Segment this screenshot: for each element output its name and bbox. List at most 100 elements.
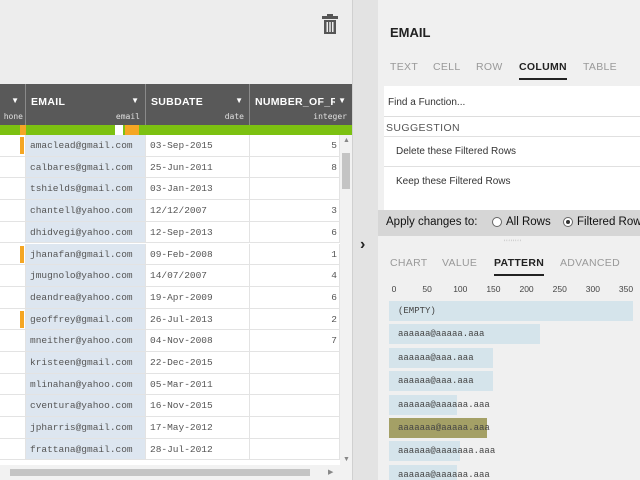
number-cell[interactable]: 1 bbox=[250, 243, 340, 265]
tab-advanced[interactable]: ADVANCED bbox=[560, 257, 620, 269]
email-cell[interactable]: mneither@yahoo.com bbox=[26, 330, 146, 351]
date-cell[interactable]: 22-Dec-2015 bbox=[146, 352, 250, 373]
horizontal-scrollbar[interactable]: ▶ bbox=[0, 465, 352, 480]
scroll-down-icon[interactable]: ▼ bbox=[343, 456, 350, 463]
panel-divider[interactable]: › bbox=[352, 0, 378, 480]
chevron-down-icon[interactable]: ▼ bbox=[11, 96, 19, 105]
resize-grip-icon[interactable]: ‘‘‘‘‘‘‘‘ bbox=[504, 240, 522, 246]
find-function-input[interactable]: Find a Function... bbox=[388, 97, 465, 108]
phone-cell[interactable] bbox=[0, 221, 26, 243]
number-cell[interactable]: 6 bbox=[250, 286, 340, 308]
email-cell[interactable]: geoffrey@gmail.com bbox=[26, 308, 146, 330]
date-cell[interactable]: 19-Apr-2009 bbox=[146, 286, 250, 308]
tab-row[interactable]: ROW bbox=[476, 61, 503, 73]
number-cell[interactable]: 7 bbox=[250, 330, 340, 351]
chevron-down-icon[interactable]: ▼ bbox=[338, 96, 346, 105]
date-cell[interactable]: 05-Mar-2011 bbox=[146, 373, 250, 395]
number-cell[interactable]: 8 bbox=[250, 156, 340, 178]
email-cell[interactable]: deandrea@yahoo.com bbox=[26, 286, 146, 308]
number-cell[interactable] bbox=[250, 178, 340, 200]
email-cell[interactable]: mlinahan@yahoo.com bbox=[26, 373, 146, 395]
table-row[interactable]: chantell@yahoo.com 12/12/2007 3 bbox=[0, 200, 340, 222]
radio-label-filtered-rows[interactable]: Filtered Row bbox=[577, 216, 640, 228]
email-cell[interactable]: jhanafan@gmail.com bbox=[26, 243, 146, 265]
email-cell[interactable]: frattana@gmail.com bbox=[26, 438, 146, 460]
table-row[interactable]: frattana@gmail.com 28-Jul-2012 bbox=[0, 438, 340, 461]
tab-pattern[interactable]: PATTERN bbox=[494, 257, 545, 276]
number-cell[interactable] bbox=[250, 352, 340, 373]
email-cell[interactable]: jpharris@gmail.com bbox=[26, 417, 146, 438]
table-row[interactable]: kristeen@gmail.com 22-Dec-2015 bbox=[0, 352, 340, 374]
radio-all-rows[interactable] bbox=[492, 217, 502, 227]
tab-cell[interactable]: CELL bbox=[433, 61, 460, 73]
table-row[interactable]: jpharris@gmail.com 17-May-2012 bbox=[0, 417, 340, 439]
scroll-thumb[interactable] bbox=[10, 469, 310, 476]
invalid-segment[interactable] bbox=[20, 125, 26, 135]
email-cell[interactable]: calbares@gmail.com bbox=[26, 156, 146, 178]
number-cell[interactable]: 6 bbox=[250, 221, 340, 243]
phone-cell[interactable] bbox=[0, 438, 26, 460]
chevron-down-icon[interactable]: ▼ bbox=[131, 96, 139, 105]
column-header-phone[interactable]: ▼ hone bbox=[0, 84, 26, 125]
table-row[interactable]: jhanafan@gmail.com 09-Feb-2008 1 bbox=[0, 243, 340, 266]
tab-text[interactable]: TEXT bbox=[390, 61, 418, 73]
phone-cell[interactable] bbox=[0, 156, 26, 178]
date-cell[interactable]: 26-Jul-2013 bbox=[146, 308, 250, 330]
email-cell[interactable]: jmugnolo@yahoo.com bbox=[26, 265, 146, 286]
email-cell[interactable]: tshields@gmail.com bbox=[26, 178, 146, 200]
email-cell[interactable]: kristeen@gmail.com bbox=[26, 352, 146, 373]
number-cell[interactable] bbox=[250, 417, 340, 438]
trash-icon[interactable] bbox=[321, 14, 339, 34]
phone-cell[interactable] bbox=[0, 200, 26, 221]
suggestion-keep-rows[interactable]: Keep these Filtered Rows bbox=[384, 166, 640, 196]
email-cell[interactable]: cventura@yahoo.com bbox=[26, 395, 146, 417]
date-cell[interactable]: 28-Jul-2012 bbox=[146, 438, 250, 460]
table-row[interactable]: calbares@gmail.com 25-Jun-2011 8 bbox=[0, 156, 340, 179]
date-cell[interactable]: 09-Feb-2008 bbox=[146, 243, 250, 265]
data-quality-bar[interactable] bbox=[0, 125, 352, 135]
email-cell[interactable]: dhidvegi@yahoo.com bbox=[26, 221, 146, 243]
suggestion-delete-rows[interactable]: Delete these Filtered Rows bbox=[384, 136, 640, 166]
table-row[interactable]: geoffrey@gmail.com 26-Jul-2013 2 bbox=[0, 308, 340, 331]
email-cell[interactable]: amaclead@gmail.com bbox=[26, 135, 146, 156]
table-row[interactable]: mlinahan@yahoo.com 05-Mar-2011 bbox=[0, 373, 340, 396]
scroll-thumb[interactable] bbox=[342, 153, 350, 189]
number-cell[interactable]: 2 bbox=[250, 308, 340, 330]
date-cell[interactable]: 14/07/2007 bbox=[146, 265, 250, 286]
tab-value[interactable]: VALUE bbox=[442, 257, 477, 269]
date-cell[interactable]: 25-Jun-2011 bbox=[146, 156, 250, 178]
phone-cell[interactable] bbox=[0, 330, 26, 351]
phone-cell[interactable] bbox=[0, 395, 26, 417]
table-row[interactable]: cventura@yahoo.com 16-Nov-2015 bbox=[0, 395, 340, 418]
table-row[interactable]: mneither@yahoo.com 04-Nov-2008 7 bbox=[0, 330, 340, 352]
date-cell[interactable]: 12-Sep-2013 bbox=[146, 221, 250, 243]
table-row[interactable]: dhidvegi@yahoo.com 12-Sep-2013 6 bbox=[0, 221, 340, 244]
table-row[interactable]: amaclead@gmail.com 03-Sep-2015 5 bbox=[0, 135, 340, 157]
date-cell[interactable]: 12/12/2007 bbox=[146, 200, 250, 221]
date-cell[interactable]: 17-May-2012 bbox=[146, 417, 250, 438]
phone-cell[interactable] bbox=[0, 286, 26, 308]
phone-cell[interactable] bbox=[0, 265, 26, 286]
tab-table[interactable]: TABLE bbox=[583, 61, 617, 73]
scroll-right-icon[interactable]: ▶ bbox=[328, 468, 333, 476]
number-cell[interactable]: 4 bbox=[250, 265, 340, 286]
number-cell[interactable]: 5 bbox=[250, 135, 340, 156]
empty-segment[interactable] bbox=[115, 125, 123, 135]
invalid-segment[interactable] bbox=[125, 125, 139, 135]
date-cell[interactable]: 04-Nov-2008 bbox=[146, 330, 250, 351]
radio-label-all-rows[interactable]: All Rows bbox=[506, 216, 551, 228]
radio-filtered-rows[interactable] bbox=[563, 217, 573, 227]
phone-cell[interactable] bbox=[0, 417, 26, 438]
chevron-down-icon[interactable]: ▼ bbox=[235, 96, 243, 105]
table-row[interactable]: tshields@gmail.com 03-Jan-2013 bbox=[0, 178, 340, 201]
column-header-subdate[interactable]: SUBDATE ▼ date bbox=[146, 84, 250, 125]
number-cell[interactable] bbox=[250, 395, 340, 417]
chevron-right-icon[interactable]: › bbox=[360, 236, 365, 254]
date-cell[interactable]: 16-Nov-2015 bbox=[146, 395, 250, 417]
date-cell[interactable]: 03-Jan-2013 bbox=[146, 178, 250, 200]
vertical-scrollbar[interactable]: ▲ ▼ bbox=[340, 135, 352, 465]
phone-cell[interactable] bbox=[0, 178, 26, 200]
column-header-number[interactable]: NUMBER_OF_RI ▼ integer bbox=[250, 84, 352, 125]
column-header-email[interactable]: EMAIL ▼ email bbox=[26, 84, 146, 125]
phone-cell[interactable] bbox=[0, 373, 26, 395]
